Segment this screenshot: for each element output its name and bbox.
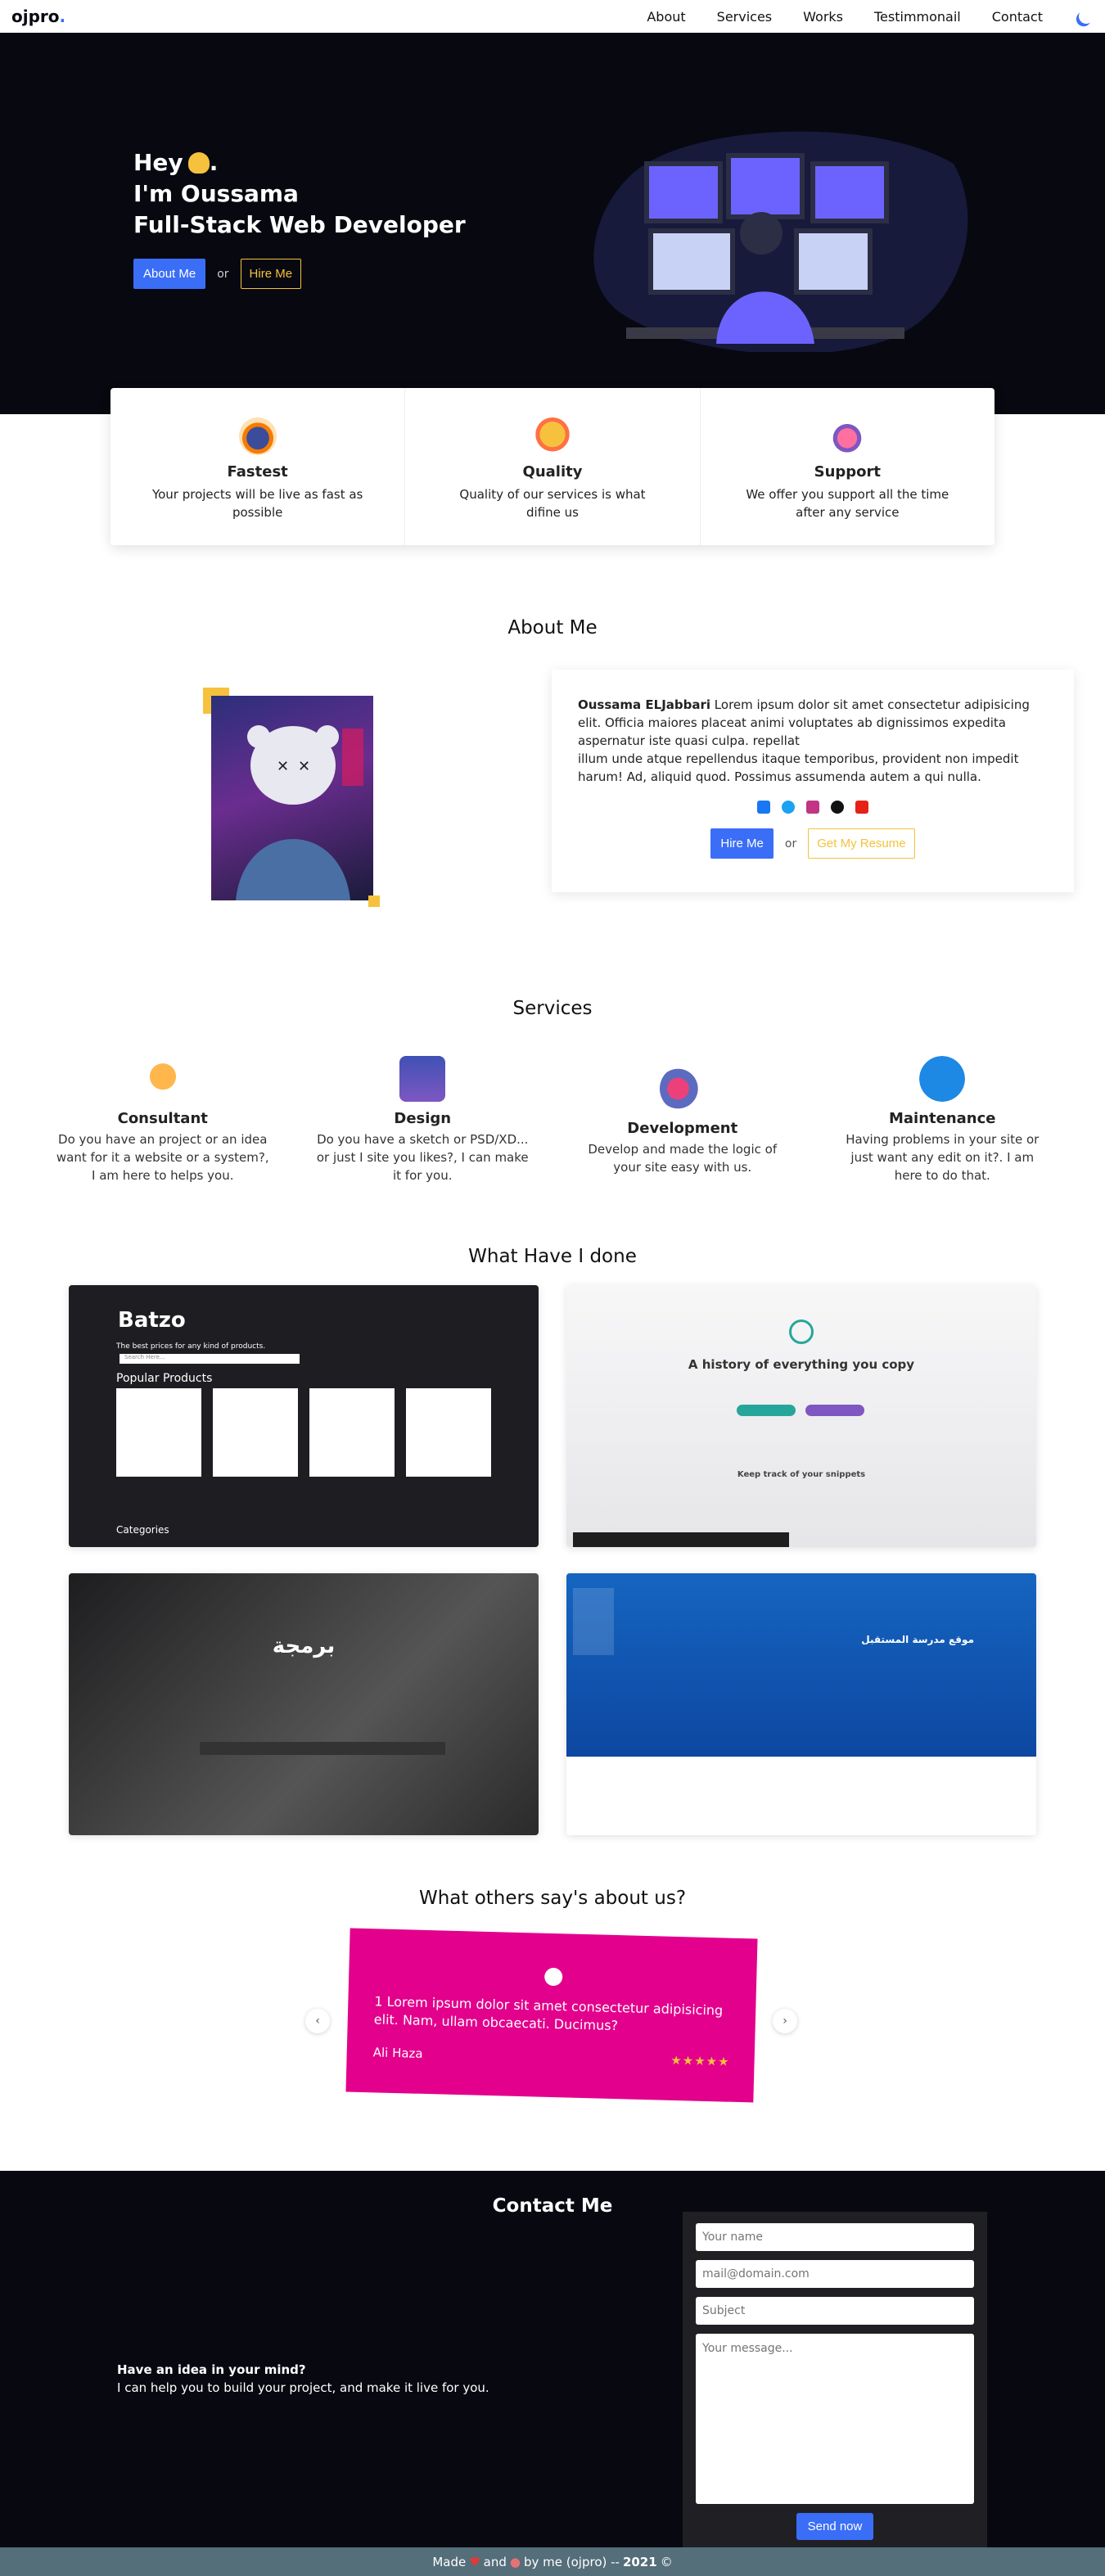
hero-section: Hey. I'm Oussama Full-Stack Web Develope… xyxy=(0,33,1105,414)
waving-hand-icon xyxy=(187,152,210,174)
product-thumb xyxy=(116,1388,201,1477)
github-icon[interactable] xyxy=(831,801,844,814)
testimonial-author: Ali Haza xyxy=(372,2045,423,2061)
service-consultant: Consultant Do you have an project or an … xyxy=(33,1056,293,1184)
top-nav: ojpro. About Services Works Testimmonail… xyxy=(0,0,1105,33)
service-maintenance: Maintenance Having problems in your site… xyxy=(813,1056,1073,1184)
features-card: Fastest Your projects will be live as fa… xyxy=(110,388,994,545)
next-arrow-icon[interactable]: › xyxy=(773,2009,797,2033)
feature-fastest: Fastest Your projects will be live as fa… xyxy=(110,388,404,545)
facebook-icon[interactable] xyxy=(757,801,770,814)
svg-text:✕: ✕ xyxy=(277,758,289,775)
product-thumb xyxy=(213,1388,298,1477)
design-icon xyxy=(399,1056,446,1102)
or-label: or xyxy=(217,267,229,281)
footer: Made ♥ and ● by me (ojpro) -- 2021 © xyxy=(0,2547,1105,2576)
work-programming[interactable]: برمجة xyxy=(69,1573,539,1835)
hire-me-button[interactable]: Hire Me xyxy=(240,259,302,289)
contact-intro: Have an idea in your mind? I can help yo… xyxy=(117,2362,489,2395)
headset-icon xyxy=(828,417,867,455)
lightbulb-icon xyxy=(139,1056,186,1102)
contact-form: Send now xyxy=(683,2212,987,2552)
site-logo[interactable]: ojpro. xyxy=(11,7,65,26)
medal-icon xyxy=(533,417,571,455)
work-school[interactable]: موقع مدرسة المستقبل xyxy=(566,1573,1036,1835)
contact-section: Contact Me Have an idea in your mind? I … xyxy=(0,2171,1105,2552)
feature-quality: Quality Quality of our services is what … xyxy=(404,388,699,545)
get-resume-button[interactable]: Get My Resume xyxy=(808,828,915,859)
about-name: Oussama ELJabbari xyxy=(578,697,711,712)
service-development: Development Develop and made the logic o… xyxy=(552,1056,813,1184)
subject-field[interactable] xyxy=(696,2297,974,2325)
testimonial-card: 1 Lorem ipsum dolor sit amet consectetur… xyxy=(345,1928,758,2103)
nav-links: About Services Works Testimmonail Contac… xyxy=(647,9,1094,25)
email-field[interactable] xyxy=(696,2260,974,2288)
developer-illustration xyxy=(593,131,968,352)
copyright-icon xyxy=(789,1320,814,1344)
works-heading: What Have I done xyxy=(468,1246,637,1267)
maintenance-icon xyxy=(919,1056,966,1102)
quote-icon xyxy=(543,1967,563,1987)
hero-heading: Hey. I'm Oussama Full-Stack Web Develope… xyxy=(133,149,466,238)
nav-link-contact[interactable]: Contact xyxy=(992,9,1043,25)
instagram-icon[interactable] xyxy=(806,801,819,814)
about-me-button[interactable]: About Me xyxy=(133,259,206,289)
rating-stars: ★★★★★ xyxy=(670,2052,730,2069)
services-heading: Services xyxy=(512,998,593,1019)
message-field[interactable] xyxy=(696,2334,974,2504)
search-bar xyxy=(200,1742,445,1755)
work-batzo[interactable]: Batzo The best prices for any kind of pr… xyxy=(69,1285,539,1547)
about-card: Oussama ELJabbari Lorem ipsum dolor sit … xyxy=(552,670,1074,892)
services-list: Consultant Do you have an project or an … xyxy=(33,1056,1072,1184)
social-links xyxy=(578,801,1048,814)
testimonials-heading: What others say's about us? xyxy=(418,1888,687,1909)
name-field[interactable] xyxy=(696,2223,974,2251)
work-clipboard[interactable]: A history of everything you copy Keep tr… xyxy=(566,1285,1036,1547)
profile-photo: ✕ ✕ xyxy=(203,688,380,907)
nav-link-services[interactable]: Services xyxy=(717,9,772,25)
product-thumb xyxy=(406,1388,491,1477)
service-design: Design Do you have a sketch or PSD/XD...… xyxy=(293,1056,553,1184)
feature-support: Support We offer you support all the tim… xyxy=(699,388,994,545)
youtube-icon[interactable] xyxy=(855,801,868,814)
hero-text: Hey. I'm Oussama Full-Stack Web Develope… xyxy=(133,147,466,289)
svg-text:✕: ✕ xyxy=(298,758,310,775)
about-heading: About Me xyxy=(507,617,598,638)
gears-icon xyxy=(659,1066,706,1112)
works-grid: Batzo The best prices for any kind of pr… xyxy=(69,1285,1036,1835)
hire-me-button-about[interactable]: Hire Me xyxy=(710,828,774,859)
nav-link-testimonial[interactable]: Testimmonail xyxy=(874,9,961,25)
coffee-icon: ● xyxy=(509,2554,521,2569)
nav-link-works[interactable]: Works xyxy=(803,9,843,25)
product-thumb xyxy=(309,1388,395,1477)
twitter-icon[interactable] xyxy=(782,801,795,814)
heart-icon: ♥ xyxy=(469,2554,480,2569)
nav-link-about[interactable]: About xyxy=(647,9,685,25)
prev-arrow-icon[interactable]: ‹ xyxy=(305,2009,330,2033)
dark-mode-toggle-icon[interactable] xyxy=(1076,7,1095,25)
send-button[interactable]: Send now xyxy=(796,2513,874,2540)
stopwatch-icon xyxy=(238,417,277,455)
